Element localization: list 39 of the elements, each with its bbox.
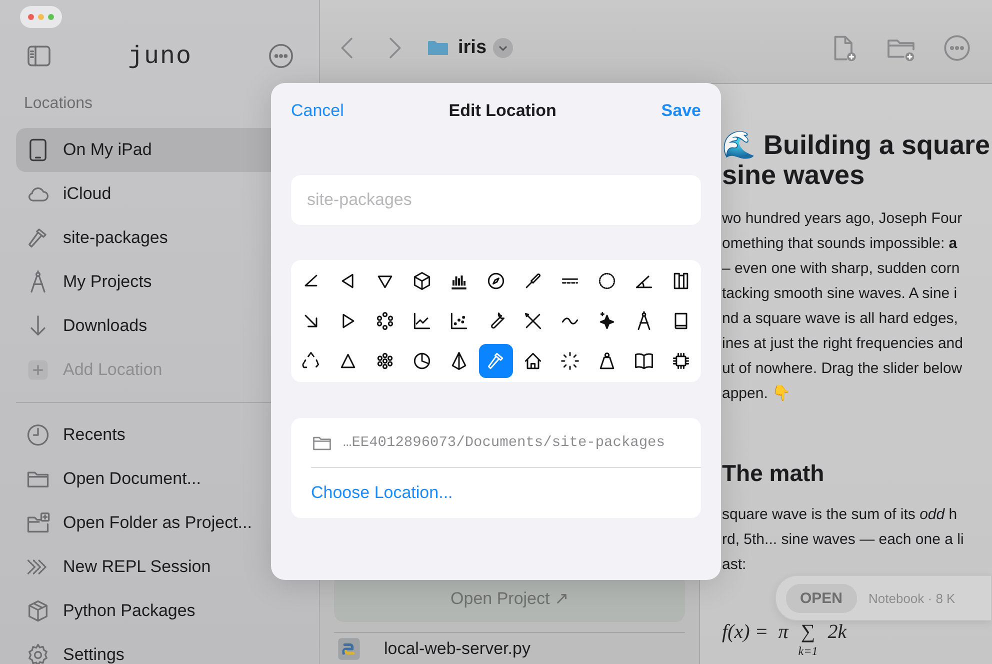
window-controls[interactable] — [20, 6, 62, 28]
sidebar-item[interactable]: My Projects — [16, 260, 319, 304]
paragraph-line: tacking smooth sine waves. A sine i — [722, 284, 958, 304]
name-field[interactable]: site-packages — [291, 175, 701, 225]
sidebar-item[interactable]: Downloads — [16, 304, 319, 348]
sidebar-item[interactable]: Settings — [16, 633, 319, 664]
paragraph-line: square wave is the sum of its odd h — [722, 505, 958, 525]
sidebar-item[interactable]: Recents — [16, 413, 319, 457]
location-path: …EE4012896073/Documents/site-packages — [343, 434, 665, 450]
section-heading: The math — [722, 459, 826, 488]
paragraph-line: nd a square wave is all hard edges, — [722, 309, 959, 329]
sum-symbol: ∑ — [800, 621, 816, 644]
formula-text: f(x) = — [722, 621, 768, 644]
paragraph-line: omething that sounds impossible: a — [722, 234, 958, 254]
sidebar-item[interactable]: Open Folder as Project... — [16, 501, 319, 545]
formula-text: π — [778, 621, 788, 644]
python-file-icon — [336, 636, 362, 662]
hammer-icon[interactable] — [478, 344, 513, 378]
paragraph-line: ast: — [722, 555, 748, 575]
paragraph-line: – even one with sharp, sudden corn — [722, 259, 961, 279]
app-title: juno — [128, 42, 192, 70]
file-info: Notebook · 8 K — [868, 590, 956, 606]
paragraph-line: rd, 5th... sine waves — each one a li — [722, 530, 965, 550]
paragraph-line: appen. 👇 — [722, 384, 792, 404]
document-heading: 🌊 Building a square — [722, 130, 992, 160]
more-icon[interactable] — [266, 42, 295, 70]
paragraph-line: ines at just the right frequencies and — [722, 334, 964, 354]
chevron-down-icon[interactable] — [492, 38, 513, 58]
paragraph-line: wo hundred years ago, Joseph Four — [722, 209, 964, 229]
sidebar-item[interactable]: New REPL Session — [16, 545, 319, 589]
folder-title[interactable]: iris — [458, 36, 487, 58]
clock-icon — [25, 422, 51, 448]
sheet-title: Edit Location — [448, 101, 556, 121]
file-name[interactable]: local-web-server.py — [384, 638, 530, 658]
formula-text: k=1 — [798, 644, 818, 659]
sidebar-item[interactable]: Python Packages — [16, 589, 319, 633]
paragraph-line: ut of nowhere. Drag the slider below — [722, 359, 964, 379]
formula-text: 2k — [828, 621, 847, 644]
document-heading: sine waves — [722, 160, 866, 190]
